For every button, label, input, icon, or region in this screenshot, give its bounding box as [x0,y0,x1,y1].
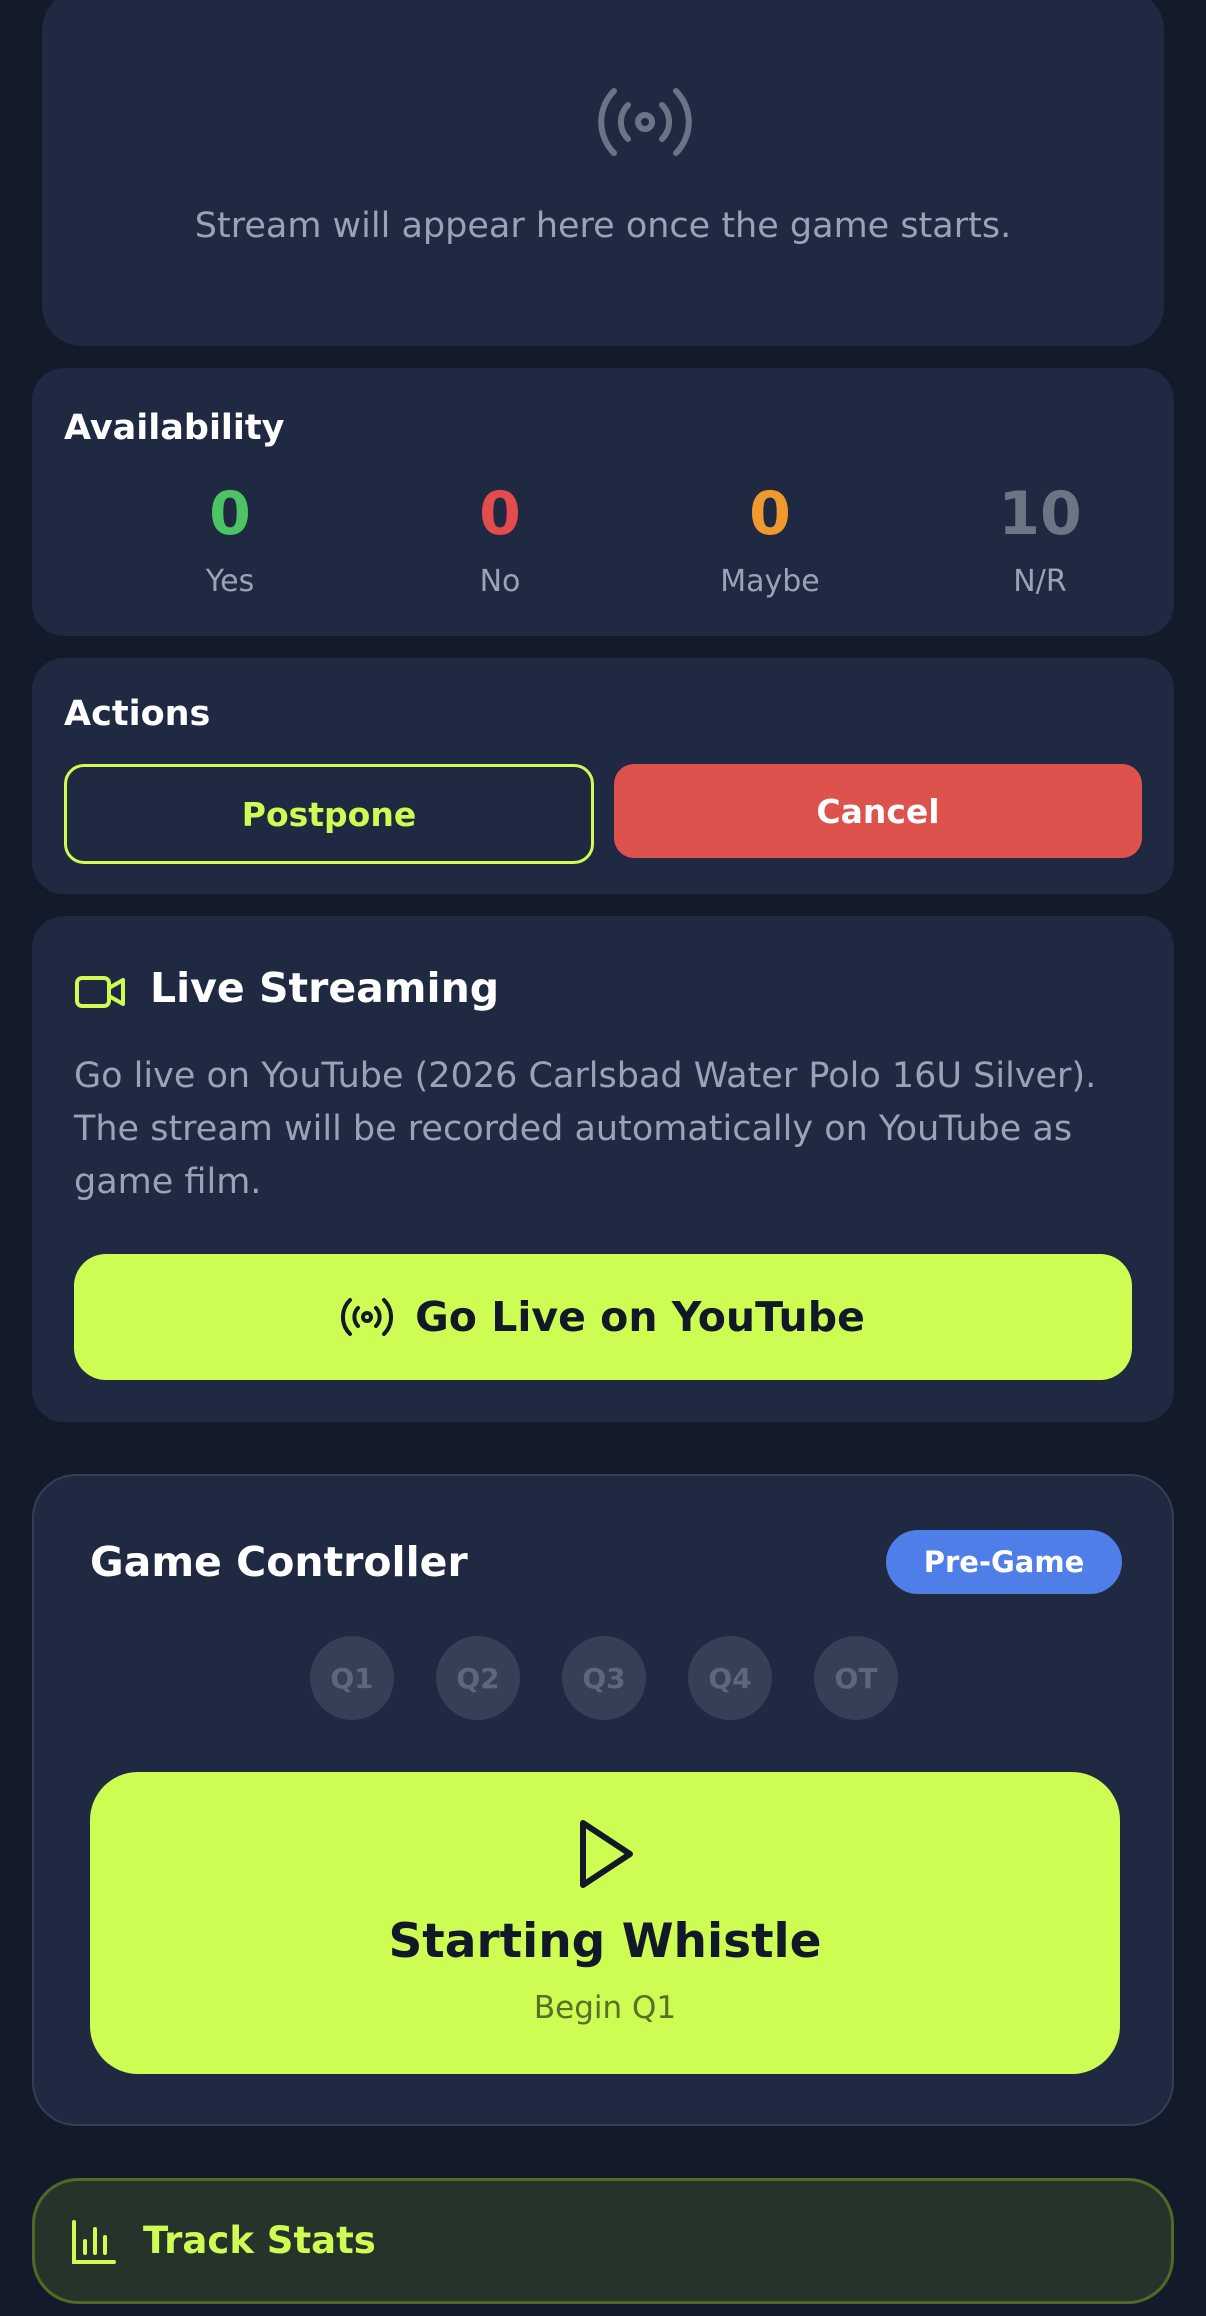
go-live-button[interactable]: Go Live on YouTube [74,1254,1132,1380]
live-streaming-card: Live Streaming Go live on YouTube (2026 … [32,916,1174,1422]
availability-no-label: No [479,564,521,599]
starting-whistle-subtitle: Begin Q1 [533,1990,677,2026]
availability-yes-count: 0 [209,479,251,549]
live-streaming-title: Live Streaming [150,964,500,1012]
track-stats-button[interactable]: Track Stats [32,2178,1174,2304]
availability-maybe-count: 0 [749,479,791,549]
quarter-q4: Q4 [688,1636,772,1720]
actions-title: Actions [64,694,211,734]
availability-no-count: 0 [479,479,521,549]
availability-no-response-label: N/R [1013,564,1067,599]
quarter-q3: Q3 [562,1636,646,1720]
availability-card: Availability 0 Yes 0 No 0 Maybe 10 N/R [32,368,1174,636]
availability-no-response-count: 10 [998,479,1082,549]
availability-yes: 0 Yes [100,484,360,599]
quarter-q1: Q1 [310,1636,394,1720]
availability-no-response: 10 N/R [910,484,1170,599]
availability-maybe: 0 Maybe [640,484,900,599]
availability-title: Availability [64,408,285,448]
broadcast-icon [598,88,692,156]
game-detail-page: Stream will appear here once the game st… [0,0,1206,2316]
actions-card: Actions Postpone Cancel [32,658,1174,894]
game-status-badge: Pre-Game [886,1530,1122,1594]
bar-chart-icon [72,2220,116,2264]
quarter-q2: Q2 [436,1636,520,1720]
game-controller-title: Game Controller [90,1538,468,1586]
live-streaming-description: Go live on YouTube (2026 Carlsbad Water … [74,1056,1097,1202]
stream-placeholder-message: Stream will appear here once the game st… [194,206,1012,246]
quarter-selector: Q1 Q2 Q3 Q4 OT [310,1636,898,1720]
game-controller-card: Game Controller Pre-Game Q1 Q2 Q3 Q4 OT … [32,1474,1174,2126]
stream-placeholder: Stream will appear here once the game st… [42,0,1164,346]
track-stats-label: Track Stats [143,2219,376,2262]
video-camera-icon [75,976,125,1008]
postpone-button[interactable]: Postpone [64,764,594,864]
quarter-ot: OT [814,1636,898,1720]
broadcast-icon [341,1298,394,1336]
starting-whistle-button[interactable]: Starting Whistle Begin Q1 [90,1772,1120,2074]
play-icon [580,1820,633,1888]
go-live-button-label: Go Live on YouTube [415,1293,865,1341]
availability-maybe-label: Maybe [720,564,820,599]
availability-yes-label: Yes [205,564,255,599]
cancel-button[interactable]: Cancel [614,764,1142,858]
starting-whistle-title: Starting Whistle [388,1914,822,1969]
availability-no: 0 No [370,484,630,599]
